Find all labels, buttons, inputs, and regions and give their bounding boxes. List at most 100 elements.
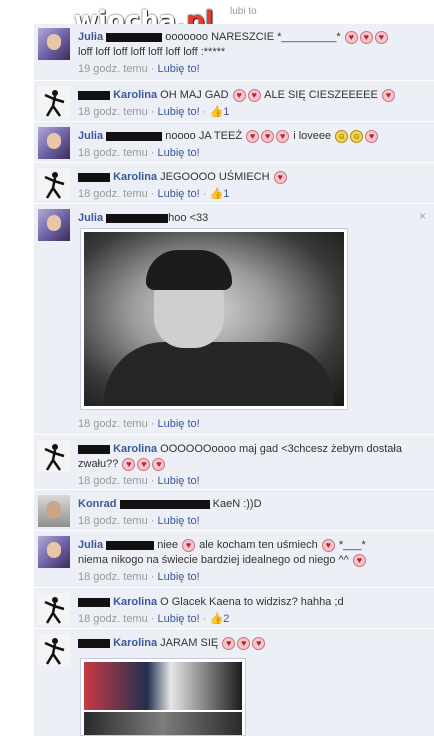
comment-time: 19 godz. temu — [78, 63, 148, 75]
author-name[interactable]: Julia — [78, 31, 103, 43]
like-link[interactable]: Lubię to! — [158, 106, 200, 118]
close-icon[interactable]: × — [419, 209, 426, 223]
avatar[interactable] — [38, 634, 70, 666]
header-fragment: lubi to — [230, 6, 257, 17]
dancer-silhouette-icon — [38, 593, 70, 625]
avatar[interactable] — [38, 440, 70, 472]
like-count[interactable]: 2 — [223, 613, 229, 625]
redacted-surname — [106, 213, 169, 223]
heart-emoticon-icon: ♥ — [122, 457, 136, 471]
author-name[interactable]: Julia — [78, 212, 103, 224]
heart-emoticon-icon: ♥ — [365, 129, 379, 143]
like-link[interactable]: Lubię to! — [158, 63, 200, 75]
comment-item: Karolina O Glacek Kaena to widzisz? hahh… — [34, 589, 434, 629]
like-count[interactable]: 1 — [223, 188, 229, 200]
comment-time: 18 godz. temu — [78, 515, 148, 527]
avatar[interactable] — [38, 209, 70, 241]
comment-time: 18 godz. temu — [78, 106, 148, 118]
comment-text: O Glacek Kaena to widzisz? hahha ;d — [160, 596, 344, 608]
comment-item: Julia niee ♥ ale kocham ten uśmiech ♥ *_… — [34, 532, 434, 588]
heart-emoticon-icon: ♥ — [273, 170, 287, 184]
comment-item: Julia ooooooo NARESZCIE *_________* ♥ ♥ ♥ … — [34, 24, 434, 81]
redacted-surname — [106, 131, 163, 141]
comment-time: 18 godz. temu — [78, 613, 148, 625]
like-link[interactable]: Lubię to! — [158, 475, 200, 487]
like-link[interactable]: Lubię to! — [158, 188, 200, 200]
like-link[interactable]: Lubię to! — [158, 147, 200, 159]
redacted-surname — [78, 597, 110, 607]
comment-text-line2: loff loff loff loff loff loff loff :****… — [78, 46, 226, 58]
heart-emoticon-icon: ♥ — [374, 30, 388, 44]
like-link[interactable]: Lubię to! — [158, 515, 200, 527]
avatar[interactable] — [38, 86, 70, 118]
comment-time: 18 godz. temu — [78, 475, 148, 487]
heart-emoticon-icon: ♥ — [261, 129, 275, 143]
comment-text: KaeN :))D — [212, 498, 262, 510]
avatar[interactable] — [38, 28, 70, 60]
heart-emoticon-icon: ♥ — [359, 30, 373, 44]
attached-photo[interactable] — [80, 658, 246, 736]
like-thumb-icon[interactable]: 👍 — [209, 106, 223, 118]
author-name[interactable]: Karolina — [113, 171, 157, 183]
heart-emoticon-icon: ♥ — [232, 88, 246, 102]
redacted-surname — [106, 540, 155, 550]
comment-item: Konrad KaeN :))D 18 godz. temu · Lubię t… — [34, 491, 434, 531]
watermark-bar: wiocha.pl lubi to — [34, 0, 434, 36]
avatar[interactable] — [38, 127, 70, 159]
redacted-surname — [78, 90, 110, 100]
comment-item: Julia noooo JA TEEŻ ♥ ♥ ♥ i loveee ☺ ☺ ♥ 18 … — [34, 123, 434, 163]
comment-text: ooooooo NARESZCIE *_________* — [165, 31, 341, 43]
redacted-surname — [78, 638, 110, 648]
smile-emoticon-icon: ☺ — [335, 129, 349, 143]
heart-emoticon-icon: ♥ — [152, 457, 166, 471]
author-name[interactable]: Karolina — [113, 443, 157, 455]
comment-text-after: ale kocham ten uśmiech — [199, 539, 318, 551]
comment-text-line2: niema nikogo na świecie bardziej idealne… — [78, 554, 349, 566]
dancer-silhouette-icon — [38, 168, 70, 200]
smile-emoticon-icon: ☺ — [350, 129, 364, 143]
redacted-surname — [78, 172, 110, 182]
comment-time: 18 godz. temu — [78, 418, 148, 430]
comment-text-line2: zwału?? — [78, 458, 119, 470]
like-link[interactable]: Lubię to! — [158, 571, 200, 583]
heart-emoticon-icon: ♥ — [247, 88, 261, 102]
comment-text: hoo <33 — [168, 212, 209, 224]
comment-text: OH MAJ GAD — [160, 89, 229, 101]
author-name[interactable]: Konrad — [78, 498, 117, 510]
attached-photo[interactable] — [80, 228, 348, 410]
avatar[interactable] — [38, 593, 70, 625]
comment-text-tail: *___* — [338, 539, 366, 551]
avatar[interactable] — [38, 536, 70, 568]
avatar[interactable] — [38, 168, 70, 200]
dancer-silhouette-icon — [38, 440, 70, 472]
heart-emoticon-icon: ♥ — [381, 88, 395, 102]
author-name[interactable]: Karolina — [113, 637, 157, 649]
heart-emoticon-icon: ♥ — [182, 538, 196, 552]
heart-emoticon-icon: ♥ — [222, 636, 236, 650]
comment-text: noooo JA TEEŻ — [165, 130, 243, 142]
redacted-surname — [106, 32, 163, 42]
dancer-silhouette-icon — [38, 86, 70, 118]
like-count[interactable]: 1 — [223, 106, 229, 118]
comment-text: JARAM SIĘ — [160, 637, 219, 649]
heart-emoticon-icon: ♥ — [237, 636, 251, 650]
redacted-surname — [78, 444, 110, 454]
comment-time: 18 godz. temu — [78, 571, 148, 583]
comment-item: Karolina JEGOOOO UŚMIECH ♥ 18 godz. temu… — [34, 164, 434, 204]
like-thumb-icon[interactable]: 👍 — [209, 613, 223, 625]
comment-text-after: i loveee — [293, 130, 332, 142]
like-link[interactable]: Lubię to! — [158, 418, 200, 430]
comment-text: JEGOOOO UŚMIECH — [160, 171, 270, 183]
like-link[interactable]: Lubię to! — [158, 613, 200, 625]
author-name[interactable]: Julia — [78, 539, 103, 551]
comment-item: Karolina OOOOOOoooo maj gad <3chcesz żeb… — [34, 436, 434, 490]
author-name[interactable]: Julia — [78, 130, 103, 142]
like-thumb-icon[interactable]: 👍 — [209, 188, 223, 200]
comment-item: Karolina OH MAJ GAD ♥ ♥ ALE SIĘ CIESZEEEE… — [34, 82, 434, 122]
author-name[interactable]: Karolina — [113, 89, 157, 101]
comment-text: OOOOOOoooo maj gad <3chcesz żebym dostał… — [160, 443, 402, 455]
heart-emoticon-icon: ♥ — [137, 457, 151, 471]
avatar[interactable] — [38, 495, 70, 527]
comment-time: 18 godz. temu — [78, 188, 148, 200]
author-name[interactable]: Karolina — [113, 596, 157, 608]
